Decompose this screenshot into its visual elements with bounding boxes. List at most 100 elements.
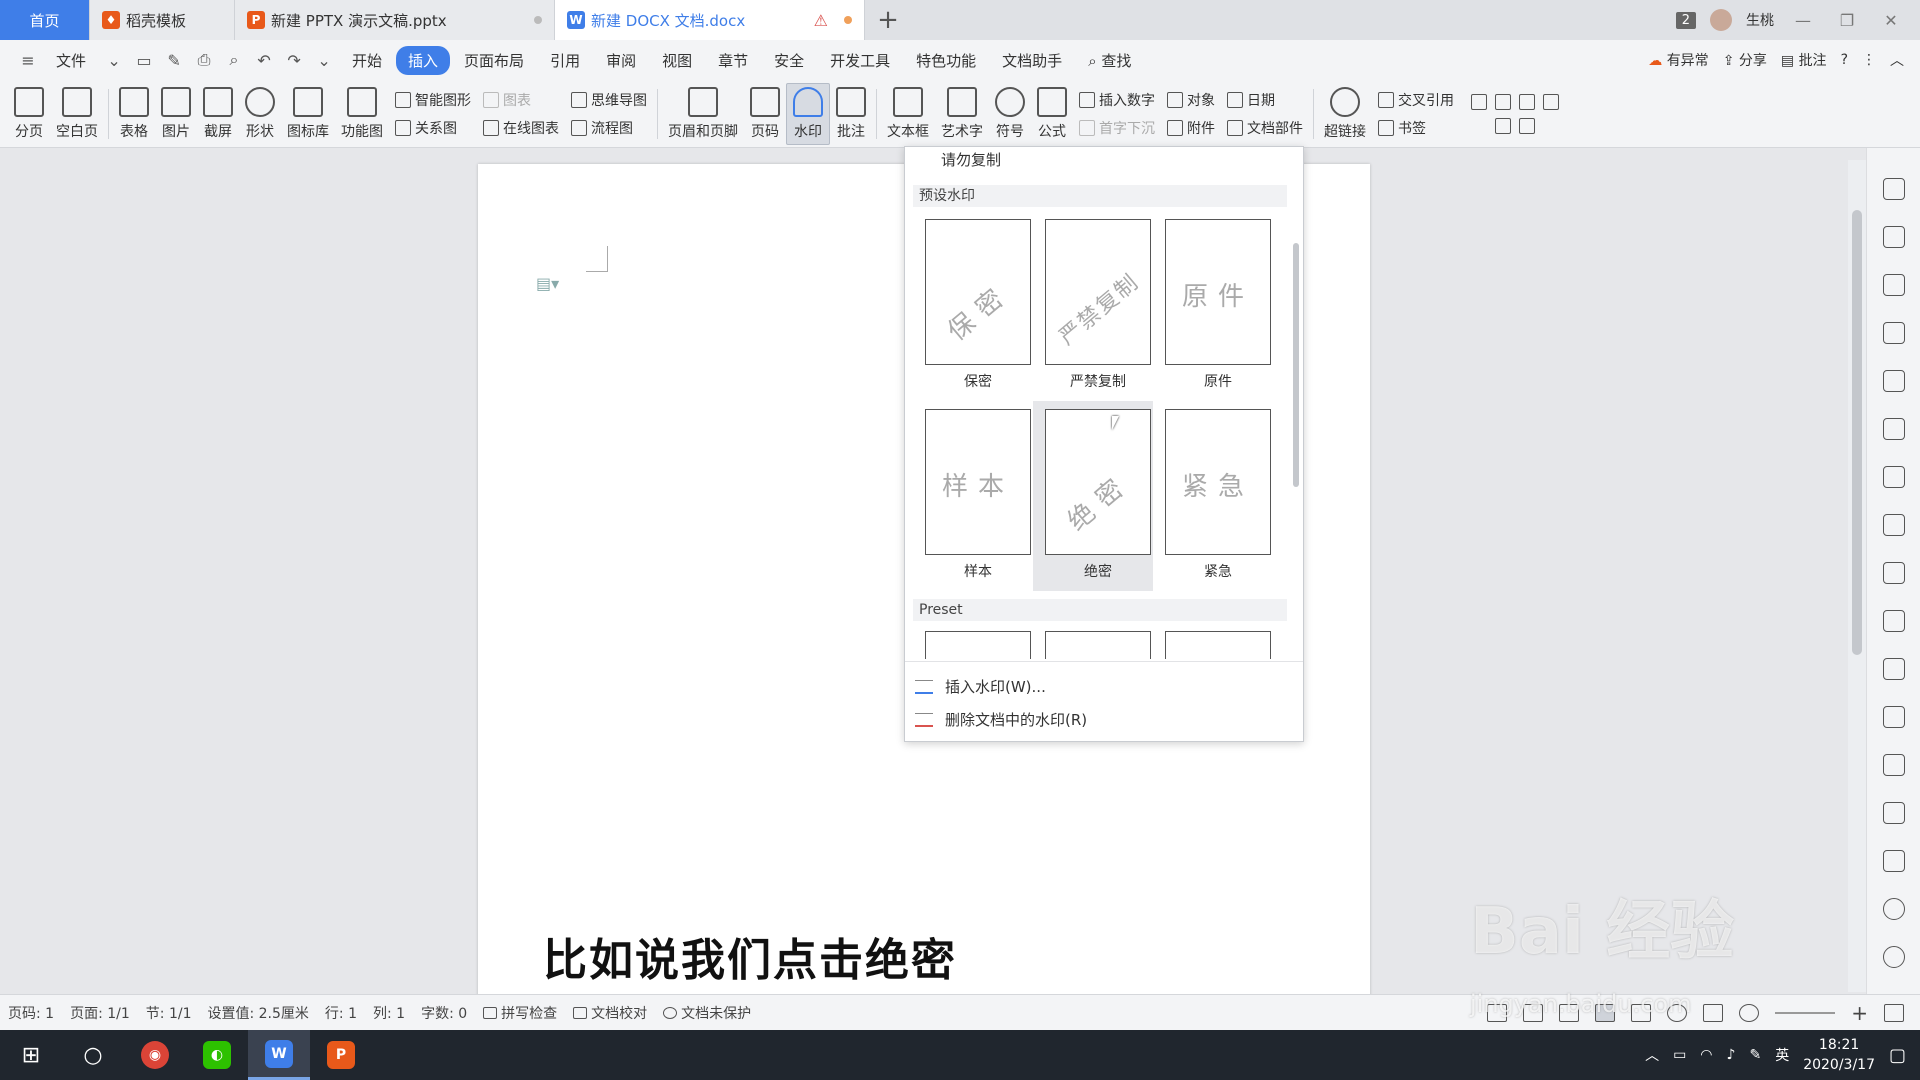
- proofread-button[interactable]: 文档校对: [573, 1003, 647, 1023]
- status-pages[interactable]: 页面: 1/1: [70, 1003, 130, 1023]
- misc-icon-3[interactable]: [1519, 93, 1535, 110]
- function-chart-button[interactable]: 功能图: [335, 83, 389, 145]
- menu-reference[interactable]: 引用: [538, 46, 592, 75]
- taskbar-wps-presentation[interactable]: P: [310, 1030, 372, 1080]
- collapse-ribbon-icon[interactable]: ︿: [1890, 50, 1904, 70]
- insert-number-button[interactable]: 插入数字: [1079, 90, 1155, 110]
- taskbar-wps-writer[interactable]: W: [248, 1030, 310, 1080]
- print-icon[interactable]: ⎙: [190, 50, 218, 70]
- misc-icon-4[interactable]: [1543, 93, 1559, 110]
- chart-icon[interactable]: [1882, 514, 1905, 536]
- paste-options-icon[interactable]: ▤▾: [536, 274, 559, 293]
- tab-close-dot[interactable]: [534, 16, 542, 24]
- cortana-icon[interactable]: ○: [62, 1030, 124, 1080]
- page-break-button[interactable]: 分页: [8, 83, 50, 145]
- insert-watermark-item[interactable]: 插入水印(W)...: [905, 670, 1303, 703]
- apps-icon[interactable]: [1882, 466, 1905, 488]
- comment-menu-button[interactable]: ▤ 批注: [1781, 50, 1827, 70]
- shield-icon[interactable]: [1882, 850, 1905, 872]
- dropcap-button[interactable]: 首字下沉: [1079, 118, 1155, 138]
- preset-thumb-2[interactable]: [1045, 631, 1151, 659]
- undo-icon[interactable]: ↶: [250, 51, 278, 70]
- header-footer-button[interactable]: 页眉和页脚: [662, 83, 744, 145]
- shape-button[interactable]: 形状: [239, 83, 281, 145]
- tab-docx[interactable]: W 新建 DOCX 文档.docx ⚠: [555, 0, 865, 40]
- spell-check-button[interactable]: 拼写检查: [483, 1003, 557, 1023]
- window-count-badge[interactable]: 2: [1675, 11, 1696, 29]
- new-tab-button[interactable]: +: [865, 0, 911, 40]
- misc-icon-1[interactable]: [1471, 93, 1487, 110]
- menu-view[interactable]: 视图: [650, 46, 704, 75]
- status-setting[interactable]: 设置值: 2.5厘米: [207, 1003, 308, 1023]
- menu-review[interactable]: 审阅: [594, 46, 648, 75]
- ime-indicator[interactable]: 英: [1775, 1045, 1789, 1065]
- eye-protect-icon[interactable]: [1703, 1003, 1724, 1022]
- pen-icon[interactable]: ✎: [1749, 1047, 1761, 1063]
- tab-home[interactable]: 首页: [0, 0, 90, 40]
- status-words[interactable]: 字数: 0: [421, 1003, 467, 1023]
- tab-pptx[interactable]: P 新建 PPTX 演示文稿.pptx: [235, 0, 555, 40]
- user-name[interactable]: 生桃: [1746, 10, 1774, 30]
- menu-assistant[interactable]: 文档助手: [990, 46, 1074, 75]
- watermark-custom-item[interactable]: 请勿复制: [941, 149, 1001, 170]
- preset-thumb-3[interactable]: [1165, 631, 1271, 659]
- object-button[interactable]: 对象: [1167, 90, 1215, 110]
- misc-icon-2[interactable]: [1495, 93, 1511, 110]
- vertical-scrollbar[interactable]: [1848, 160, 1866, 992]
- clock[interactable]: 18:21 2020/3/17: [1803, 1035, 1875, 1075]
- preset-thumb-1[interactable]: [925, 631, 1031, 659]
- restore-icon[interactable]: ❐: [1832, 11, 1862, 30]
- attachment-button[interactable]: 附件: [1167, 118, 1215, 138]
- hyperlink-button[interactable]: 超链接: [1318, 83, 1372, 145]
- history-icon[interactable]: [1882, 898, 1905, 920]
- image-icon[interactable]: [1882, 610, 1905, 632]
- sync-status[interactable]: ☁ 有异常: [1648, 50, 1708, 70]
- blank-page-button[interactable]: 空白页: [50, 83, 104, 145]
- chart-button[interactable]: 图表: [483, 90, 559, 110]
- edit-icon[interactable]: [1882, 178, 1905, 200]
- wordart-button[interactable]: 艺术字: [935, 83, 989, 145]
- menu-developer[interactable]: 开发工具: [818, 46, 902, 75]
- comment-button[interactable]: 批注: [830, 83, 872, 145]
- watermark-option-yanjinfuzhi[interactable]: 严禁复制 严禁复制: [1033, 211, 1153, 401]
- hamburger-icon[interactable]: ≡: [14, 51, 42, 70]
- page-number-button[interactable]: 页码: [744, 83, 786, 145]
- online-chart-button[interactable]: 在线图表: [483, 118, 559, 138]
- settings-icon[interactable]: [1882, 562, 1905, 584]
- status-section[interactable]: 节: 1/1: [146, 1003, 192, 1023]
- menu-chapter[interactable]: 章节: [706, 46, 760, 75]
- tab-daoke[interactable]: ♦ 稻壳模板: [90, 0, 235, 40]
- formula-button[interactable]: 公式: [1031, 83, 1073, 145]
- translate-icon[interactable]: [1882, 706, 1905, 728]
- wifi-icon[interactable]: ◠: [1700, 1047, 1712, 1063]
- cross-ref-button[interactable]: 交叉引用: [1378, 90, 1454, 110]
- archive-icon[interactable]: [1882, 754, 1905, 776]
- export-icon[interactable]: [1882, 658, 1905, 680]
- screenshot-button[interactable]: 截屏: [197, 83, 239, 145]
- watermark-option-juemi[interactable]: 绝密 绝密: [1033, 401, 1153, 591]
- smart-shape-button[interactable]: 智能图形: [395, 90, 471, 110]
- minimize-icon[interactable]: —: [1788, 11, 1818, 30]
- menu-start[interactable]: 开始: [340, 46, 394, 75]
- menu-layout[interactable]: 页面布局: [452, 46, 536, 75]
- battery-icon[interactable]: ▭: [1673, 1047, 1686, 1063]
- relation-button[interactable]: 关系图: [395, 118, 471, 138]
- misc-icon-5[interactable]: [1495, 117, 1511, 134]
- symbol-button[interactable]: 符号: [989, 83, 1031, 145]
- bookmark-button[interactable]: 书签: [1378, 118, 1454, 138]
- picture-button[interactable]: 图片: [155, 83, 197, 145]
- help-icon[interactable]: ?: [1841, 52, 1848, 68]
- taskbar-wechat[interactable]: ◐: [186, 1030, 248, 1080]
- share-button[interactable]: ⇪ 分享: [1723, 50, 1767, 70]
- dropdown-scrollbar[interactable]: [1293, 243, 1299, 487]
- menu-insert[interactable]: 插入: [396, 45, 451, 75]
- watermark-option-yuanjian[interactable]: 原件 原件: [1153, 211, 1273, 401]
- date-button[interactable]: 日期: [1227, 90, 1303, 110]
- style-icon[interactable]: [1882, 274, 1905, 296]
- scrollbar-thumb[interactable]: [1852, 210, 1862, 655]
- close-icon[interactable]: ✕: [1876, 11, 1906, 30]
- watermark-button[interactable]: 水印: [786, 82, 830, 145]
- zoom-out-icon[interactable]: [1739, 1003, 1760, 1022]
- chevron-down-icon[interactable]: ⌄: [100, 51, 128, 70]
- print-preview-icon[interactable]: ⌕: [220, 50, 248, 70]
